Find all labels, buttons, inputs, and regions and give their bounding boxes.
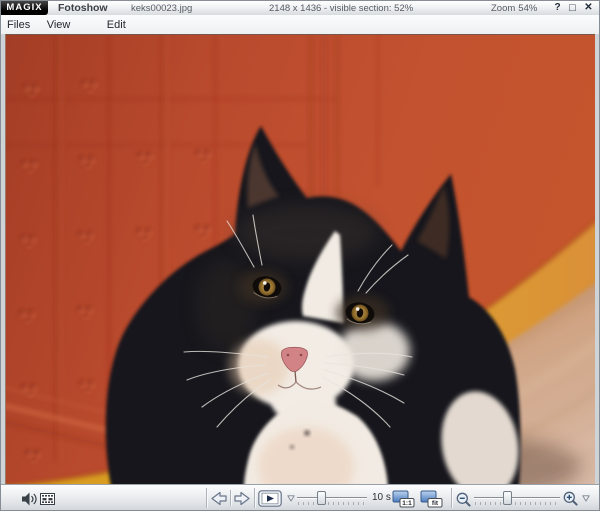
- toolbar-divider: [451, 488, 453, 508]
- chest-fleck: [304, 430, 310, 436]
- zoom-slider-handle[interactable]: [502, 491, 512, 505]
- menu-edit[interactable]: Edit: [101, 17, 132, 33]
- photo-canvas[interactable]: [5, 34, 595, 485]
- zoom-one-to-one-button[interactable]: 1:1: [392, 490, 415, 508]
- chest-fleck-2: [289, 444, 295, 450]
- app-window: MAGIX Fotoshow keks00023.jpg 2148 x 1436…: [0, 0, 600, 511]
- next-image-button[interactable]: [233, 491, 252, 506]
- playback-toolbar: 10 s 1:1 fit: [1, 484, 599, 510]
- duration-preset-marker-icon[interactable]: [287, 495, 295, 502]
- zoom-label: Zoom: [491, 3, 516, 14]
- previous-image-button[interactable]: [209, 491, 228, 506]
- duration-value-label: 10 s: [372, 492, 391, 503]
- toolbar-divider: [230, 490, 232, 506]
- zoom-fit-button[interactable]: fit: [420, 490, 443, 508]
- close-button[interactable]: ✕: [582, 2, 595, 14]
- toolbar-divider: [254, 488, 256, 508]
- open-filename: keks00023.jpg: [131, 3, 193, 14]
- duration-slider[interactable]: [297, 489, 367, 509]
- duration-slider-ticks: [298, 502, 366, 505]
- fit-label: fit: [432, 500, 439, 507]
- play-slideshow-button[interactable]: [258, 490, 282, 507]
- menubar: Files View Edit: [1, 15, 599, 34]
- zoom-indicator: Zoom 54%: [491, 3, 540, 14]
- duration-slider-handle[interactable]: [316, 491, 326, 505]
- menu-view[interactable]: View: [41, 17, 77, 33]
- filmstrip-icon[interactable]: [40, 493, 55, 505]
- zoom-slider-track[interactable]: [474, 497, 560, 499]
- right-cheek-white: [338, 321, 410, 381]
- help-button[interactable]: ?: [551, 2, 564, 14]
- zoom-slider-ticks: [475, 502, 559, 505]
- duration-slider-track[interactable]: [297, 497, 367, 499]
- zoom-preset-marker-icon[interactable]: [582, 495, 590, 502]
- app-title: Fotoshow: [58, 2, 108, 14]
- menu-files[interactable]: Files: [1, 17, 36, 33]
- zoom-value: 54%: [518, 3, 538, 14]
- one-to-one-label: 1:1: [402, 500, 412, 507]
- maximize-button[interactable]: □: [566, 2, 579, 14]
- titlebar: MAGIX Fotoshow keks00023.jpg 2148 x 1436…: [1, 1, 599, 16]
- audio-volume-icon[interactable]: [21, 492, 38, 506]
- zoom-slider[interactable]: [474, 489, 560, 509]
- cheek-sheen: [196, 260, 256, 350]
- toolbar-divider: [206, 488, 208, 508]
- zoom-out-button[interactable]: [456, 492, 471, 507]
- cat-photo: [6, 35, 595, 485]
- magix-logo: MAGIX: [1, 1, 48, 15]
- zoom-in-button[interactable]: [563, 491, 578, 506]
- image-dimensions-info: 2148 x 1436 - visible section: 52%: [269, 3, 414, 14]
